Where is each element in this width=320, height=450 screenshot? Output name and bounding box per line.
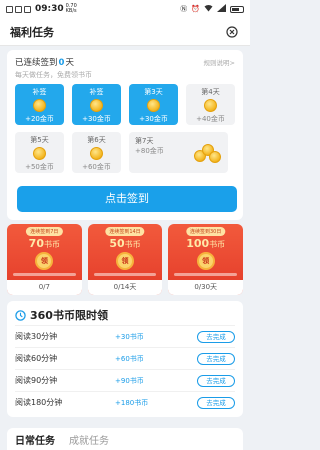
wifi-icon [204,4,213,14]
signin-day[interactable]: 第6天 +60金币 [72,132,121,173]
task-reward: +180书币 [115,398,149,407]
day-reward: +50金币 [25,163,54,171]
task-name: 阅读60分钟 [15,354,58,363]
task-reward: +90书币 [115,376,144,385]
tab-achievement-tasks[interactable]: 成就任务 [69,432,109,447]
signin-days: 0 [58,58,65,68]
app-notification-icon [6,5,13,13]
signal-icon [217,4,226,14]
signin-day[interactable]: 补签 +30金币 [72,84,121,125]
day-label: 第3天 [144,88,163,96]
signin-suffix: 天 [65,58,74,68]
reward-progress: 0/14天 [87,280,163,295]
day-reward: +30金币 [82,115,111,123]
nav-bar: 福利任务 [0,18,250,46]
rules-link[interactable]: 规则说明> [204,57,235,67]
claim-button[interactable]: 领 [196,252,215,270]
claim-button[interactable]: 领 [35,252,54,270]
coin-icon [204,99,217,112]
reward-progress: 0/30天 [168,280,244,295]
go-complete-button[interactable]: 去完成 [197,330,235,343]
reward-tag: 连续签到14日 [105,227,145,236]
day-reward: +80金币 [135,147,164,155]
day-label: 第7天 [135,137,154,145]
app-notification-icon [24,5,31,13]
signin-day[interactable]: 第4天 +40金币 [186,84,235,125]
day-reward: +60金币 [82,163,111,171]
day-label: 补签 [32,88,47,96]
day-reward: +20金币 [25,115,54,123]
progress-bar [13,273,76,276]
coin-icon [147,99,160,112]
task-row: 阅读90分钟 +90书币 去完成 [15,369,235,391]
task-row: 阅读60分钟 +60书币 去完成 [15,347,235,369]
nfc-icon: Ⓝ [180,5,188,13]
day-label: 第4天 [201,88,220,96]
status-bar: 09:30 0.70 KB/s Ⓝ ⏰ [0,0,250,18]
coin-stack-icon [194,142,222,164]
reward-amount: 50书币 [109,237,141,250]
battery-icon [230,5,244,13]
day-reward: +30金币 [139,115,168,123]
app-notification-icon [15,5,22,13]
signin-header: 已连续签到 0 天 规则说明> [15,56,235,68]
task-tabs: 日常任务 成就任务 [7,428,243,450]
timed-header: 360书币限时领 [15,305,235,325]
coin-icon [90,99,103,112]
reward-progress: 0/7 [7,280,82,295]
close-icon [226,25,238,38]
go-complete-button[interactable]: 去完成 [197,396,235,409]
day-label: 补签 [89,88,104,96]
streak-rewards: 连续签到7日 70书币 领 0/7 连续签到14日 50书币 领 0/14天 连… [7,224,244,295]
streak-reward-card: 连续签到7日 70书币 领 0/7 [7,224,82,295]
signin-subtitle: 每天做任务，免费领书币 [15,71,92,79]
day-label: 第6天 [87,136,106,144]
go-complete-button[interactable]: 去完成 [197,352,235,365]
coin-icon [33,147,46,160]
progress-bar [93,273,157,276]
task-row: 阅读30分钟 +30书币 去完成 [15,325,235,347]
go-complete-button[interactable]: 去完成 [197,374,235,387]
coin-icon [90,147,103,160]
task-reward: +30书币 [115,332,144,341]
task-name: 阅读90分钟 [15,376,58,385]
status-time: 09:30 [35,4,64,14]
reward-amount: 100书币 [186,237,226,250]
signin-day[interactable]: 第3天 +30金币 [129,84,178,125]
streak-reward-card: 连续签到14日 50书币 领 0/14天 [87,224,163,295]
coin-icon [33,99,46,112]
progress-bar [174,273,238,276]
clock-icon [15,309,26,321]
claim-button[interactable]: 领 [116,252,134,270]
reward-amount: 70书币 [28,237,60,250]
signin-day[interactable]: 补签 +20金币 [15,84,64,125]
task-name: 阅读30分钟 [15,332,58,341]
tab-daily-tasks[interactable]: 日常任务 [15,432,55,447]
signin-day[interactable]: 第5天 +50金币 [15,132,64,173]
notification-icons [6,5,31,13]
page-title: 福利任务 [10,25,54,39]
signin-card: 已连续签到 0 天 规则说明> 每天做任务，免费领书币 补签 +20金币 补签 … [7,50,243,220]
day-label: 第5天 [30,136,49,144]
reward-tag: 连续签到7日 [26,227,63,236]
timed-title: 360书币限时领 [30,309,108,322]
signin-day-7[interactable]: 第7天 +80金币 [129,132,228,173]
streak-reward-card: 连续签到30日 100书币 领 0/30天 [168,224,244,295]
day-reward: +40金币 [196,115,225,123]
network-speed: 0.70 KB/s [65,3,77,14]
signin-button[interactable]: 点击签到 [17,186,237,212]
task-reward: +60书币 [115,354,144,363]
timed-tasks-card: 360书币限时领 阅读30分钟 +30书币 去完成 阅读60分钟 +60书币 去… [7,301,243,417]
signin-prefix: 已连续签到 [15,58,58,68]
task-row: 阅读180分钟 +180书币 去完成 [15,391,235,413]
reward-tag: 连续签到30日 [185,227,226,236]
alarm-icon: ⏰ [191,5,200,13]
task-name: 阅读180分钟 [15,398,63,407]
close-button[interactable] [224,24,240,40]
